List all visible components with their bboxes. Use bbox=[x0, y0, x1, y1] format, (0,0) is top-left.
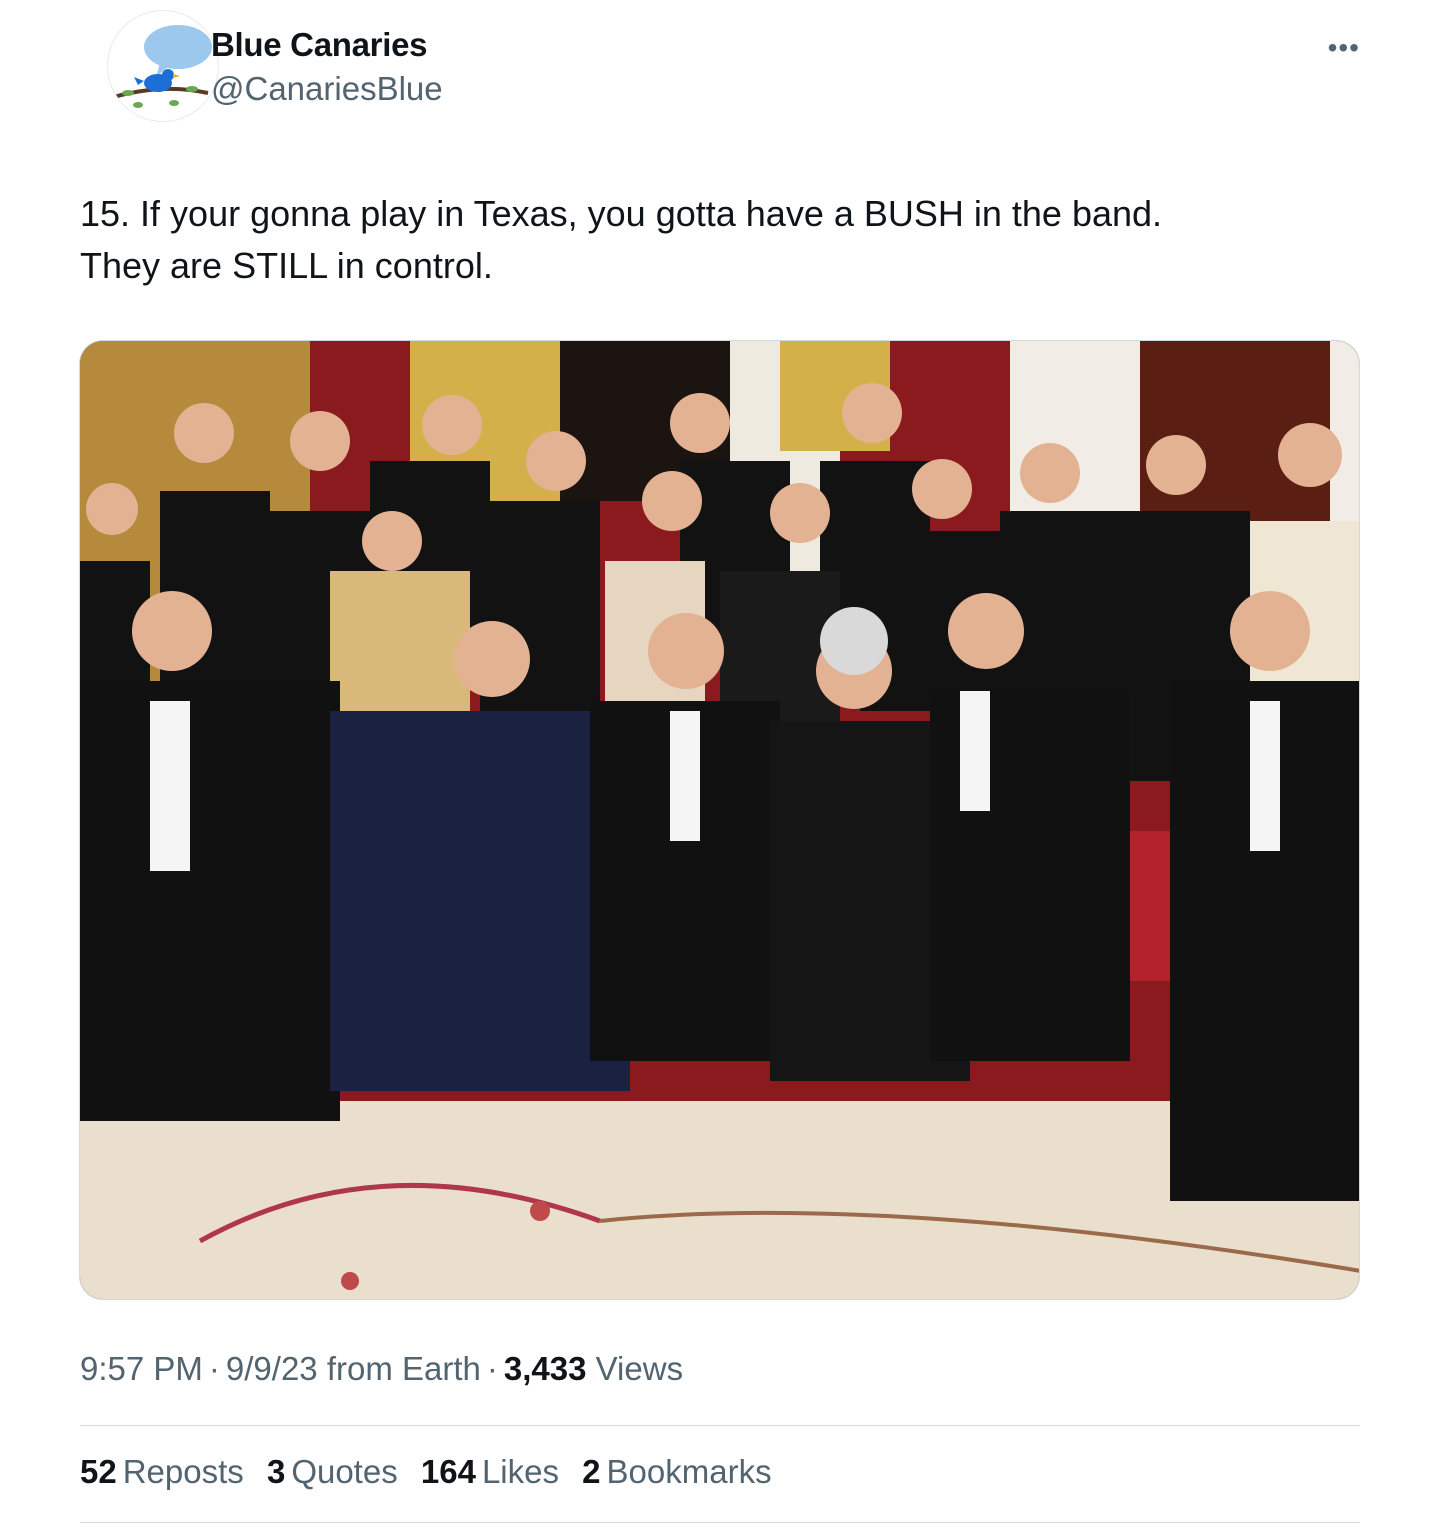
more-options-icon[interactable]: ••• bbox=[1328, 32, 1360, 64]
tweet-source: Earth bbox=[402, 1350, 481, 1387]
tweet-text-line: 15. If your gonna play in Texas, you got… bbox=[80, 193, 1163, 234]
stat-label: Reposts bbox=[122, 1453, 244, 1490]
photo-illustration bbox=[80, 341, 1359, 1299]
stat-count: 2 bbox=[582, 1453, 601, 1490]
separator: · bbox=[208, 1350, 220, 1387]
separator: · bbox=[486, 1350, 498, 1387]
views-label: Views bbox=[595, 1350, 684, 1387]
stat-label: Likes bbox=[481, 1453, 559, 1490]
engagement-stats: 52 Reposts 3 Quotes 164 Likes 2 Bookmarks bbox=[80, 1453, 786, 1491]
group-photo-image[interactable] bbox=[79, 340, 1360, 1300]
quotes-stat[interactable]: 3 Quotes bbox=[267, 1453, 398, 1491]
blue-bird-on-branch-icon bbox=[113, 25, 212, 108]
stat-count: 52 bbox=[80, 1453, 117, 1490]
views-count: 3,433 bbox=[503, 1350, 587, 1387]
tweet-text-line: They are STILL in control. bbox=[80, 245, 493, 286]
source-prefix: from bbox=[326, 1350, 393, 1387]
tweet-text: 15. If your gonna play in Texas, you got… bbox=[80, 188, 1370, 292]
divider bbox=[80, 1522, 1360, 1523]
tweet-header: Blue Canaries @CanariesBlue ••• bbox=[80, 10, 1360, 130]
likes-stat[interactable]: 164 Likes bbox=[421, 1453, 559, 1491]
stat-count: 164 bbox=[420, 1453, 476, 1490]
stat-label: Bookmarks bbox=[606, 1453, 772, 1490]
tweet-metadata: 9:57 PM · 9/9/23 from Earth · 3,433 Views bbox=[80, 1350, 683, 1388]
reposts-stat[interactable]: 52 Reposts bbox=[80, 1453, 244, 1491]
tweet-date[interactable]: 9/9/23 bbox=[226, 1350, 318, 1387]
avatar[interactable] bbox=[107, 10, 219, 122]
bookmarks-stat[interactable]: 2 Bookmarks bbox=[582, 1453, 771, 1491]
user-handle[interactable]: @CanariesBlue bbox=[211, 70, 443, 108]
stat-count: 3 bbox=[266, 1453, 286, 1490]
stat-label: Quotes bbox=[291, 1453, 398, 1490]
divider bbox=[80, 1425, 1360, 1426]
tweet-time[interactable]: 9:57 PM bbox=[80, 1350, 203, 1387]
display-name[interactable]: Blue Canaries bbox=[211, 26, 428, 64]
